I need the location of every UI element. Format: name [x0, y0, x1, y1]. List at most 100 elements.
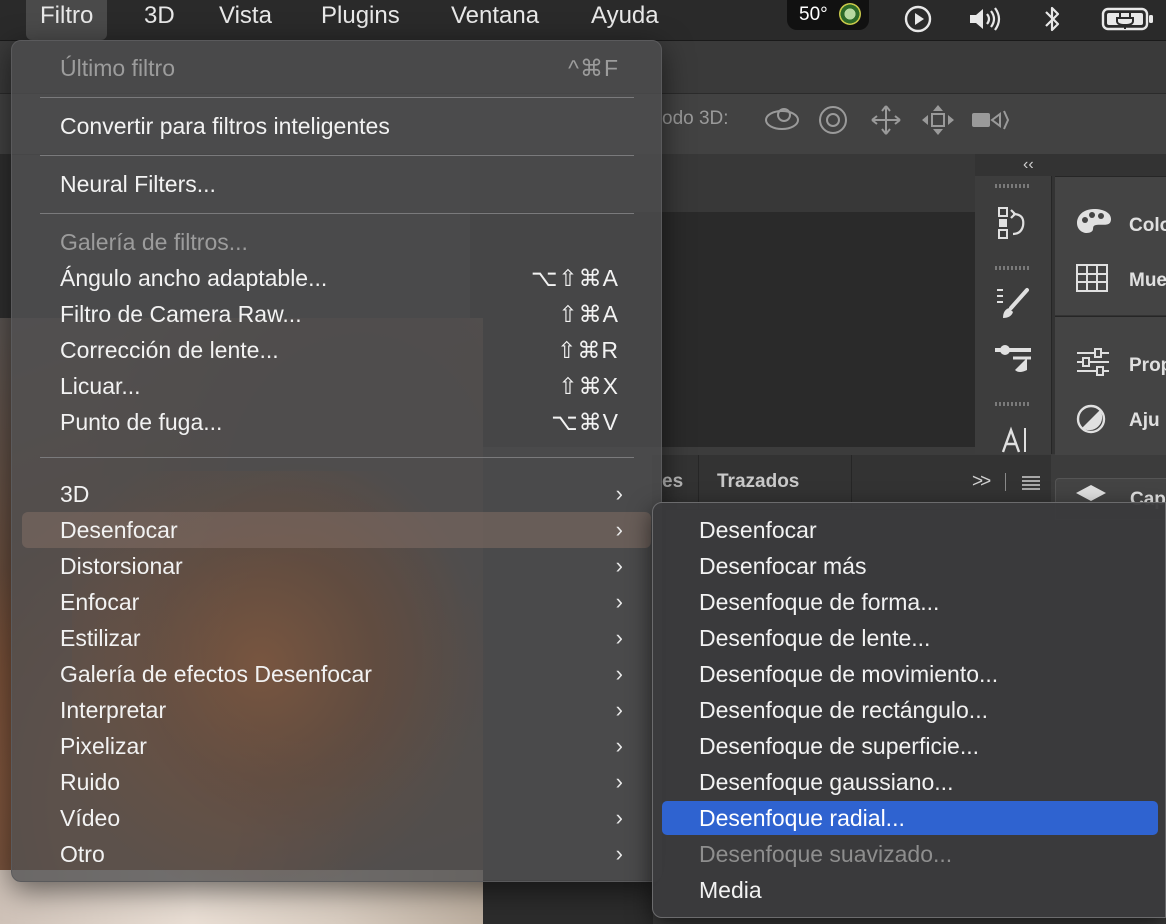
menu-item-camera-raw[interactable]: Filtro de Camera Raw... ⇧⌘A [22, 296, 651, 332]
panel-label-color[interactable]: Colo [1129, 215, 1166, 237]
menu-item-pixelizar[interactable]: Pixelizar › [22, 728, 651, 764]
swatches-icon[interactable] [1075, 263, 1109, 293]
submenu-chevron-icon: › [615, 625, 623, 650]
menu-item-label: Galería de efectos Desenfocar [60, 661, 372, 687]
submenu-item-desenfoque-radial[interactable]: Desenfoque radial... [662, 801, 1158, 835]
menubar-item-vista[interactable]: Vista [205, 0, 286, 40]
menu-item-label: Neural Filters... [60, 171, 216, 197]
menu-item-angulo-ancho-adaptable[interactable]: Ángulo ancho adaptable... ⌥⇧⌘A [22, 260, 651, 296]
dock-icon-column [975, 176, 1052, 454]
panel-dock: ‹‹ Colo Mue Pro Aju [975, 154, 1166, 455]
menubar-item-ventana[interactable]: Ventana [437, 0, 553, 40]
menu-item-label: Punto de fuga... [60, 409, 223, 435]
menu-item-label: Último filtro [60, 55, 176, 81]
character-icon[interactable] [999, 424, 1029, 454]
menu-item-label: Enfocar [60, 589, 140, 615]
submenu-chevron-icon: › [615, 841, 623, 866]
menu-item-convertir-filtros-inteligentes[interactable]: Convertir para filtros inteligentes [22, 108, 651, 144]
submenu-chevron-icon: › [615, 589, 623, 614]
submenu-item-desenfoque-movimiento[interactable]: Desenfoque de movimiento... [662, 657, 1158, 691]
panel-menu-icon[interactable] [1021, 475, 1041, 491]
menu-item-correccion-lente[interactable]: Corrección de lente... ⇧⌘R [22, 332, 651, 368]
menu-item-interpretar[interactable]: Interpretar › [22, 692, 651, 728]
menubar-item-filtro[interactable]: Filtro [26, 0, 108, 40]
adjustments-icon[interactable] [1075, 403, 1107, 435]
menu-item-shortcut: ⌥⇧⌘A [530, 265, 619, 291]
panel-label-properties[interactable]: Prop [1129, 355, 1166, 377]
tab-trazados[interactable]: Trazados [698, 455, 852, 509]
grip-handle[interactable] [995, 266, 1031, 270]
menu-item-otro[interactable]: Otro › [22, 836, 651, 872]
expand-panels-icon[interactable]: >> [972, 471, 991, 493]
menu-item-neural-filters[interactable]: Neural Filters... [22, 166, 651, 202]
submenu-item-desenfoque-lente[interactable]: Desenfoque de lente... [662, 621, 1158, 655]
menu-item-shortcut: ⇧⌘X [558, 373, 619, 399]
battery-charging-icon[interactable] [1100, 4, 1156, 34]
menu-item-video[interactable]: Vídeo › [22, 800, 651, 836]
filter-menu: Último filtro ^⌘F Convertir para filtros… [11, 40, 662, 882]
roll-3d-icon[interactable] [815, 103, 851, 137]
tool-presets-icon[interactable] [993, 340, 1033, 376]
submenu-item-desenfoque-rectangulo[interactable]: Desenfoque de rectángulo... [662, 693, 1158, 727]
menu-item-shortcut: ⇧⌘A [558, 301, 619, 327]
menu-item-galeria-efectos-desenfocar[interactable]: Galería de efectos Desenfocar › [22, 656, 651, 692]
submenu-item-media[interactable]: Media [662, 873, 1158, 907]
play-icon[interactable] [903, 4, 933, 34]
submenu-chevron-icon: › [615, 769, 623, 794]
scale-3d-icon[interactable] [970, 103, 1010, 137]
menu-item-licuar[interactable]: Licuar... ⇧⌘X [22, 368, 651, 404]
menu-item-ruido[interactable]: Ruido › [22, 764, 651, 800]
menu-item-label: Interpretar [60, 697, 167, 723]
menu-item-label: Vídeo [60, 805, 121, 831]
panel-tab-controls: >> [972, 455, 1051, 509]
menu-item-shortcut: ⌥⌘V [551, 409, 619, 435]
tab-trazados-label: Trazados [717, 471, 800, 492]
color-palette-icon[interactable] [1075, 207, 1113, 237]
submenu-item-desenfocar[interactable]: Desenfocar [662, 513, 1158, 547]
menubar-item-plugins[interactable]: Plugins [307, 0, 414, 40]
grip-handle[interactable] [995, 184, 1031, 188]
menubar-item-ayuda[interactable]: Ayuda [577, 0, 673, 40]
menu-item-enfocar[interactable]: Enfocar › [22, 584, 651, 620]
menu-separator [40, 155, 634, 156]
menu-item-label: Corrección de lente... [60, 337, 279, 363]
temperature-widget[interactable]: 50° [787, 0, 869, 30]
bluetooth-icon[interactable] [1040, 4, 1064, 34]
menu-separator [40, 213, 634, 214]
slide-3d-icon[interactable] [919, 103, 957, 137]
canvas-bottom [483, 880, 653, 924]
menu-item-distorsionar[interactable]: Distorsionar › [22, 548, 651, 584]
panel-label-swatches[interactable]: Mue [1129, 270, 1166, 292]
menu-item-shortcut: ⇧⌘R [557, 337, 619, 363]
menu-separator [40, 97, 634, 98]
menu-item-estilizar[interactable]: Estilizar › [22, 620, 651, 656]
menu-item-ultimo-filtro: Último filtro ^⌘F [22, 50, 651, 86]
brush-presets-icon[interactable] [995, 286, 1031, 322]
menu-item-label: Ángulo ancho adaptable... [60, 265, 328, 291]
menu-item-punto-fuga[interactable]: Punto de fuga... ⌥⌘V [22, 404, 651, 440]
grip-handle[interactable] [995, 402, 1031, 406]
menu-item-3d[interactable]: 3D › [22, 476, 651, 512]
divider [1005, 473, 1006, 491]
submenu-chevron-icon: › [615, 697, 623, 722]
orbit-3d-icon[interactable] [762, 103, 802, 137]
collapse-dock-icon[interactable]: ‹‹ [1023, 156, 1034, 174]
weather-ring-icon [839, 3, 861, 25]
submenu-chevron-icon: › [615, 517, 623, 542]
menu-item-label: Convertir para filtros inteligentes [60, 113, 390, 139]
menu-item-label: Estilizar [60, 625, 141, 651]
panel-label-adjustments[interactable]: Aju [1129, 410, 1160, 432]
menu-item-label: 3D [60, 481, 90, 507]
submenu-item-desenfocar-mas[interactable]: Desenfocar más [662, 549, 1158, 583]
menu-item-desenfocar[interactable]: Desenfocar › [22, 512, 651, 548]
pan-3d-icon[interactable] [868, 103, 904, 137]
history-icon[interactable] [997, 204, 1031, 240]
submenu-chevron-icon: › [615, 661, 623, 686]
volume-icon[interactable] [966, 4, 1006, 34]
menubar-item-3d[interactable]: 3D [130, 0, 189, 40]
submenu-item-desenfoque-forma[interactable]: Desenfoque de forma... [662, 585, 1158, 619]
submenu-item-desenfoque-gaussiano[interactable]: Desenfoque gaussiano... [662, 765, 1158, 799]
submenu-item-desenfoque-superficie[interactable]: Desenfoque de superficie... [662, 729, 1158, 763]
panel-tab-partial[interactable]: es [662, 471, 683, 493]
properties-icon[interactable] [1075, 347, 1111, 377]
